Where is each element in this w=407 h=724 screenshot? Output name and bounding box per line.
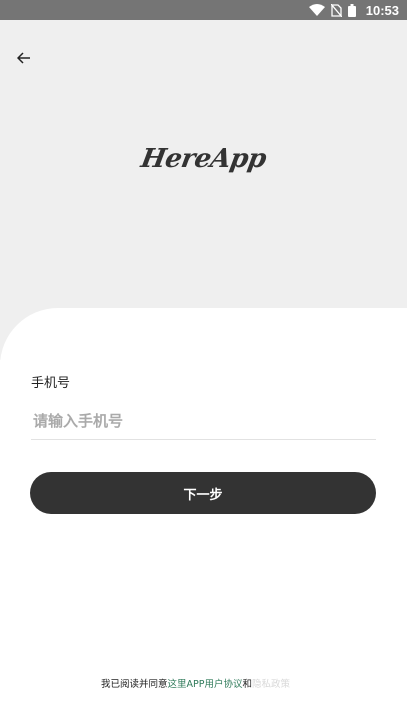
phone-input[interactable] [31, 402, 376, 440]
status-time: 10:53 [365, 2, 399, 18]
next-step-button[interactable]: 下一步 [30, 472, 376, 514]
user-agreement-link[interactable]: 这里APP用户协议 [168, 679, 243, 690]
privacy-policy-link[interactable]: 隐私政策 [252, 679, 290, 690]
login-sheet: 手机号 下一步 我已阅读并同意这里APP用户协议和隐私政策 [0, 308, 407, 724]
agreement-prefix: 我已阅读并同意 [101, 679, 168, 690]
battery-icon [347, 3, 356, 17]
no-sim-icon [330, 3, 342, 17]
agreement-and: 和 [242, 679, 252, 690]
wifi-icon [308, 4, 325, 16]
phone-label: 手机号 [31, 376, 71, 391]
app-logo: HereApp [138, 144, 269, 174]
status-bar: 10:53 [0, 0, 407, 20]
agreement-text: 我已阅读并同意这里APP用户协议和隐私政策 [101, 676, 290, 690]
arrow-left-icon [17, 52, 30, 64]
back-button[interactable] [10, 46, 38, 70]
